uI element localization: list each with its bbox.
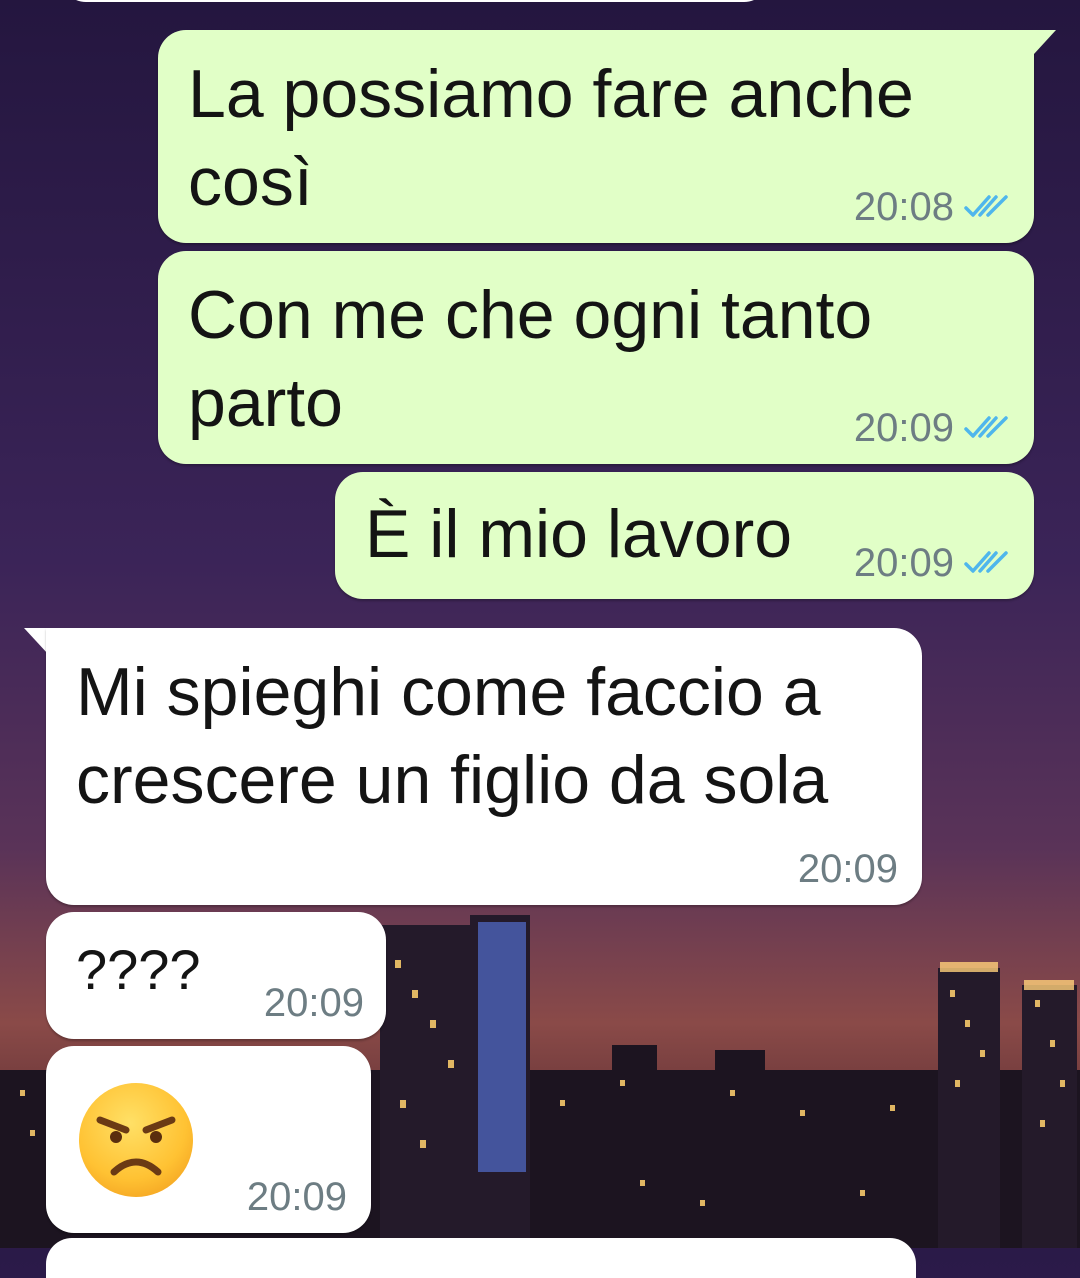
message-text: ???? (76, 938, 201, 1001)
bubble-tail (1030, 30, 1056, 54)
message-time: 20:09 (263, 981, 364, 1025)
double-check-icon (964, 414, 1010, 442)
message-meta: 20:09 (798, 847, 898, 891)
next-message-bubble (46, 1238, 916, 1278)
message-time: 20:09 (853, 406, 954, 450)
message-meta: 20:08 (854, 185, 1010, 229)
message-text: parto (188, 365, 343, 441)
message-bubble-outgoing[interactable]: È il mio lavoro 20:09 (335, 472, 1034, 599)
message-text: crescere un figlio da sola (76, 742, 829, 818)
double-check-icon (964, 549, 1010, 577)
message-bubble-incoming[interactable]: 20:09 (46, 1046, 371, 1233)
message-time: 20:08 (853, 185, 954, 229)
message-time: 20:09 (797, 847, 898, 891)
message-text: Mi spieghi come faccio a (76, 654, 821, 730)
message-time: 20:09 (246, 1175, 347, 1219)
double-check-icon (964, 193, 1010, 221)
angry-face-emoji (79, 1083, 193, 1197)
message-bubble-outgoing[interactable]: Con me che ogni tanto parto 20:09 (158, 251, 1034, 464)
previous-message-bubble (60, 0, 770, 2)
message-text: È il mio lavoro (365, 496, 793, 572)
message-time: 20:09 (853, 541, 954, 585)
message-bubble-incoming[interactable]: Mi spieghi come faccio a crescere un fig… (46, 628, 922, 905)
message-text: La possiamo fare anche (188, 56, 914, 132)
message-meta: 20:09 (854, 541, 1010, 585)
message-meta: 20:09 (854, 406, 1010, 450)
message-meta: 20:09 (247, 1175, 347, 1219)
message-bubble-outgoing[interactable]: La possiamo fare anche così 20:08 (158, 30, 1034, 243)
message-text: così (188, 144, 313, 220)
message-text: Con me che ogni tanto (188, 277, 873, 353)
message-bubble-incoming[interactable]: ???? 20:09 (46, 912, 386, 1039)
message-meta: 20:09 (264, 981, 364, 1025)
